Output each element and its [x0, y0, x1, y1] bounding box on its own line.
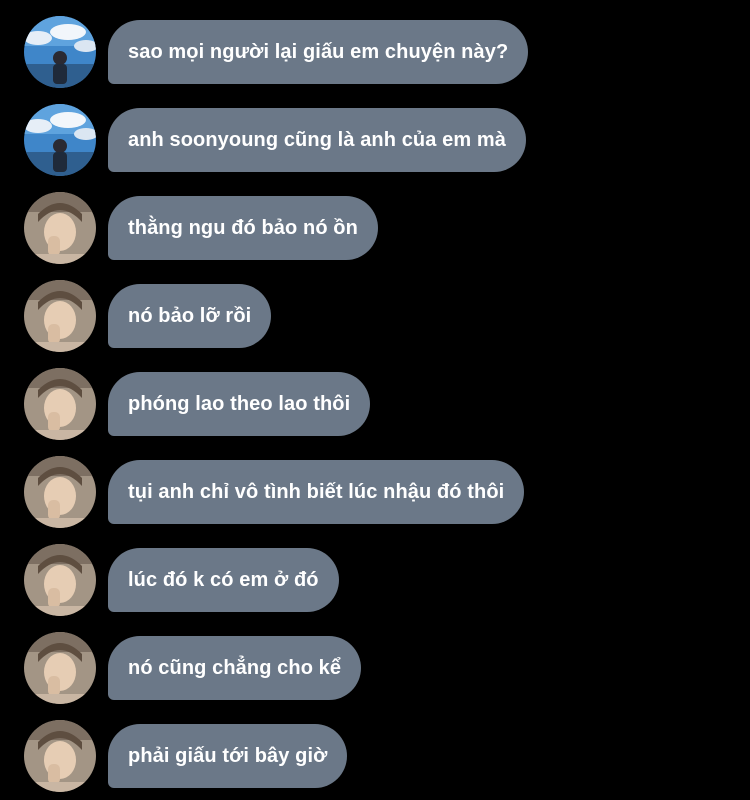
message-bubble[interactable]: lúc đó k có em ở đó	[108, 548, 339, 612]
message-row: phóng lao theo lao thôi	[0, 368, 750, 440]
person-avatar-icon[interactable]	[24, 720, 96, 792]
message-text: sao mọi người lại giấu em chuyện này?	[128, 40, 509, 63]
message-bubble[interactable]: thằng ngu đó bảo nó ồn	[108, 196, 378, 260]
message-text: lúc đó k có em ở đó	[128, 568, 319, 591]
message-row: sao mọi người lại giấu em chuyện này?	[0, 16, 750, 88]
message-text: nó bảo lỡ rồi	[128, 304, 252, 327]
message-text: anh soonyoung cũng là anh của em mà	[128, 128, 507, 151]
message-row: phải giấu tới bây giờ	[0, 720, 750, 792]
person-avatar-icon[interactable]	[24, 192, 96, 264]
message-row: lúc đó k có em ở đó	[0, 544, 750, 616]
message-text: thằng ngu đó bảo nó ồn	[128, 216, 358, 239]
message-text: tụi anh chỉ vô tình biết lúc nhậu đó thô…	[128, 480, 505, 503]
message-bubble[interactable]: phóng lao theo lao thôi	[108, 372, 371, 436]
person-avatar-icon[interactable]	[24, 280, 96, 352]
message-bubble[interactable]: tụi anh chỉ vô tình biết lúc nhậu đó thô…	[108, 460, 525, 524]
message-row: tụi anh chỉ vô tình biết lúc nhậu đó thô…	[0, 456, 750, 528]
message-row: nó cũng chẳng cho kể	[0, 632, 750, 704]
message-bubble[interactable]: nó cũng chẳng cho kể	[108, 636, 362, 700]
person-avatar-icon[interactable]	[24, 632, 96, 704]
sky-avatar-icon[interactable]	[24, 16, 96, 88]
person-avatar-icon[interactable]	[24, 544, 96, 616]
message-text: phóng lao theo lao thôi	[128, 392, 351, 415]
message-bubble[interactable]: nó bảo lỡ rồi	[108, 284, 272, 348]
message-row: nó bảo lỡ rồi	[0, 280, 750, 352]
sky-avatar-icon[interactable]	[24, 104, 96, 176]
message-text: nó cũng chẳng cho kể	[128, 656, 342, 679]
message-row: thằng ngu đó bảo nó ồn	[0, 192, 750, 264]
message-bubble[interactable]: anh soonyoung cũng là anh của em mà	[108, 108, 527, 172]
message-row: anh soonyoung cũng là anh của em mà	[0, 104, 750, 176]
message-bubble[interactable]: phải giấu tới bây giờ	[108, 724, 348, 788]
person-avatar-icon[interactable]	[24, 456, 96, 528]
person-avatar-icon[interactable]	[24, 368, 96, 440]
message-text: phải giấu tới bây giờ	[128, 744, 328, 767]
chat-thread: sao mọi người lại giấu em chuyện này? an…	[0, 0, 750, 800]
message-bubble[interactable]: sao mọi người lại giấu em chuyện này?	[108, 20, 529, 84]
